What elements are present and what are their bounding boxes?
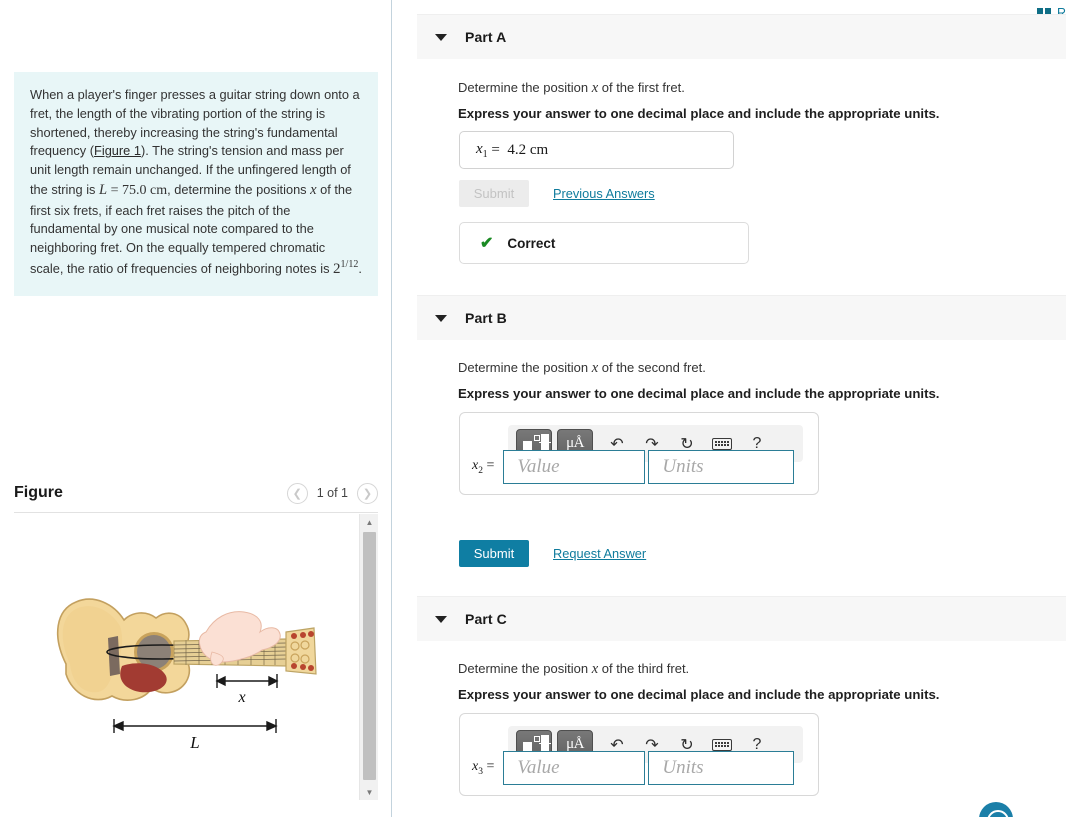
part-a-status-label: Correct xyxy=(507,235,556,251)
part-c-instruction: Express your answer to one decimal place… xyxy=(458,687,940,702)
ratio-base: 2 xyxy=(333,260,341,277)
part-b-button-row: Submit Request Answer xyxy=(459,540,646,567)
part-b-question: Determine the position x of the second f… xyxy=(458,360,706,377)
check-icon: ✔ xyxy=(480,235,494,252)
triangle-down-icon[interactable]: ▼ xyxy=(360,784,379,800)
part-b-variable-label: x2 = xyxy=(472,458,495,476)
caret-down-icon[interactable] xyxy=(435,615,447,623)
part-a-button-row: Submit Previous Answers xyxy=(459,180,655,207)
figure-label-L: L xyxy=(189,733,199,752)
part-a-title: Part A xyxy=(465,29,507,45)
figure-divider xyxy=(14,512,378,513)
part-c-input-row: x3 = Value Units xyxy=(472,751,795,785)
part-a-answer-var: x1 xyxy=(476,140,488,160)
physics-homework-page: When a player's finger presses a guitar … xyxy=(0,0,1066,817)
part-b-entry-card: μÅ ↶ ↷ ↻ ? x2 = Value Units xyxy=(459,412,819,495)
part-a-answer-value: 4.2 cm xyxy=(507,141,549,158)
ratio-exponent: 1/12 xyxy=(340,258,359,270)
part-c-question: Determine the position x of the third fr… xyxy=(458,661,689,678)
part-c-question-pre: Determine the position xyxy=(458,661,592,676)
part-b-title: Part B xyxy=(465,310,507,326)
answer-panel: R Part A Determine the position x of the… xyxy=(393,0,1066,817)
problem-panel: When a player's finger presses a guitar … xyxy=(0,0,392,817)
part-a-question-pre: Determine the position xyxy=(458,80,592,95)
part-c-question-post: of the third fret. xyxy=(598,661,690,676)
triangle-up-icon[interactable]: ▲ xyxy=(360,514,379,530)
figure-navigation: ❮ 1 of 1 ❯ xyxy=(286,482,378,504)
figure-title: Figure xyxy=(14,484,63,501)
part-b-input-row: x2 = Value Units xyxy=(472,450,795,484)
ratio-expression: 21/12 xyxy=(333,258,359,277)
part-c-units-input[interactable]: Units xyxy=(648,751,795,785)
part-b-instruction: Express your answer to one decimal place… xyxy=(458,386,940,401)
figure-counter: 1 of 1 xyxy=(316,486,348,500)
figure-label-x: x xyxy=(237,689,245,706)
guitar-figure-illustration: x L xyxy=(57,598,317,752)
part-b-value-input[interactable]: Value xyxy=(503,450,646,484)
problem-text-part3: , determine the positions xyxy=(167,181,311,197)
part-a-question: Determine the position x of the first fr… xyxy=(458,80,685,97)
figure-viewport: x L ▲ ▼ xyxy=(14,514,378,800)
feedback-widget-icon[interactable] xyxy=(979,802,1013,817)
variable-L: L xyxy=(99,181,108,198)
figure-scrollbar[interactable]: ▲ ▼ xyxy=(359,514,378,800)
part-b-question-pre: Determine the position xyxy=(458,360,592,375)
part-a-instruction: Express your answer to one decimal place… xyxy=(458,106,940,121)
part-header-a[interactable]: Part A xyxy=(417,14,1066,59)
part-b-question-post: of the second fret. xyxy=(598,360,706,375)
part-b-request-answer-link[interactable]: Request Answer xyxy=(553,546,646,561)
scrollbar-thumb[interactable] xyxy=(363,532,376,780)
part-a-answer-field[interactable]: x1 = 4.2 cm xyxy=(459,131,734,169)
problem-text-part5: . xyxy=(358,260,362,276)
part-b-units-input[interactable]: Units xyxy=(648,450,795,484)
caret-down-icon[interactable] xyxy=(435,33,447,41)
part-c-variable-label: x3 = xyxy=(472,759,495,777)
chevron-left-icon[interactable]: ❮ xyxy=(286,482,308,504)
part-a-question-post: of the first fret. xyxy=(598,80,685,95)
part-a-answer-equals: = xyxy=(491,141,500,158)
part-b-submit-button[interactable]: Submit xyxy=(459,540,529,567)
problem-statement: When a player's finger presses a guitar … xyxy=(14,72,378,296)
figure-1-link[interactable]: Figure 1 xyxy=(94,143,141,158)
equals-sign-L: = xyxy=(107,182,122,198)
part-a-previous-answers-link[interactable]: Previous Answers xyxy=(553,186,655,201)
part-a-submit-button: Submit xyxy=(459,180,529,207)
part-header-b[interactable]: Part B xyxy=(417,295,1066,340)
figure-header: Figure ❮ 1 of 1 ❯ xyxy=(14,476,378,510)
part-c-title: Part C xyxy=(465,611,507,627)
chevron-right-icon[interactable]: ❯ xyxy=(357,482,378,504)
value-L: 75.0 xyxy=(121,182,147,198)
part-c-value-input[interactable]: Value xyxy=(503,751,646,785)
caret-down-icon[interactable] xyxy=(435,314,447,322)
unit-L: cm xyxy=(150,182,168,198)
part-header-c[interactable]: Part C xyxy=(417,596,1066,641)
part-a-status-box: ✔ Correct xyxy=(459,222,749,264)
part-c-entry-card: μÅ ↶ ↷ ↻ ? x3 = Value Units xyxy=(459,713,819,796)
